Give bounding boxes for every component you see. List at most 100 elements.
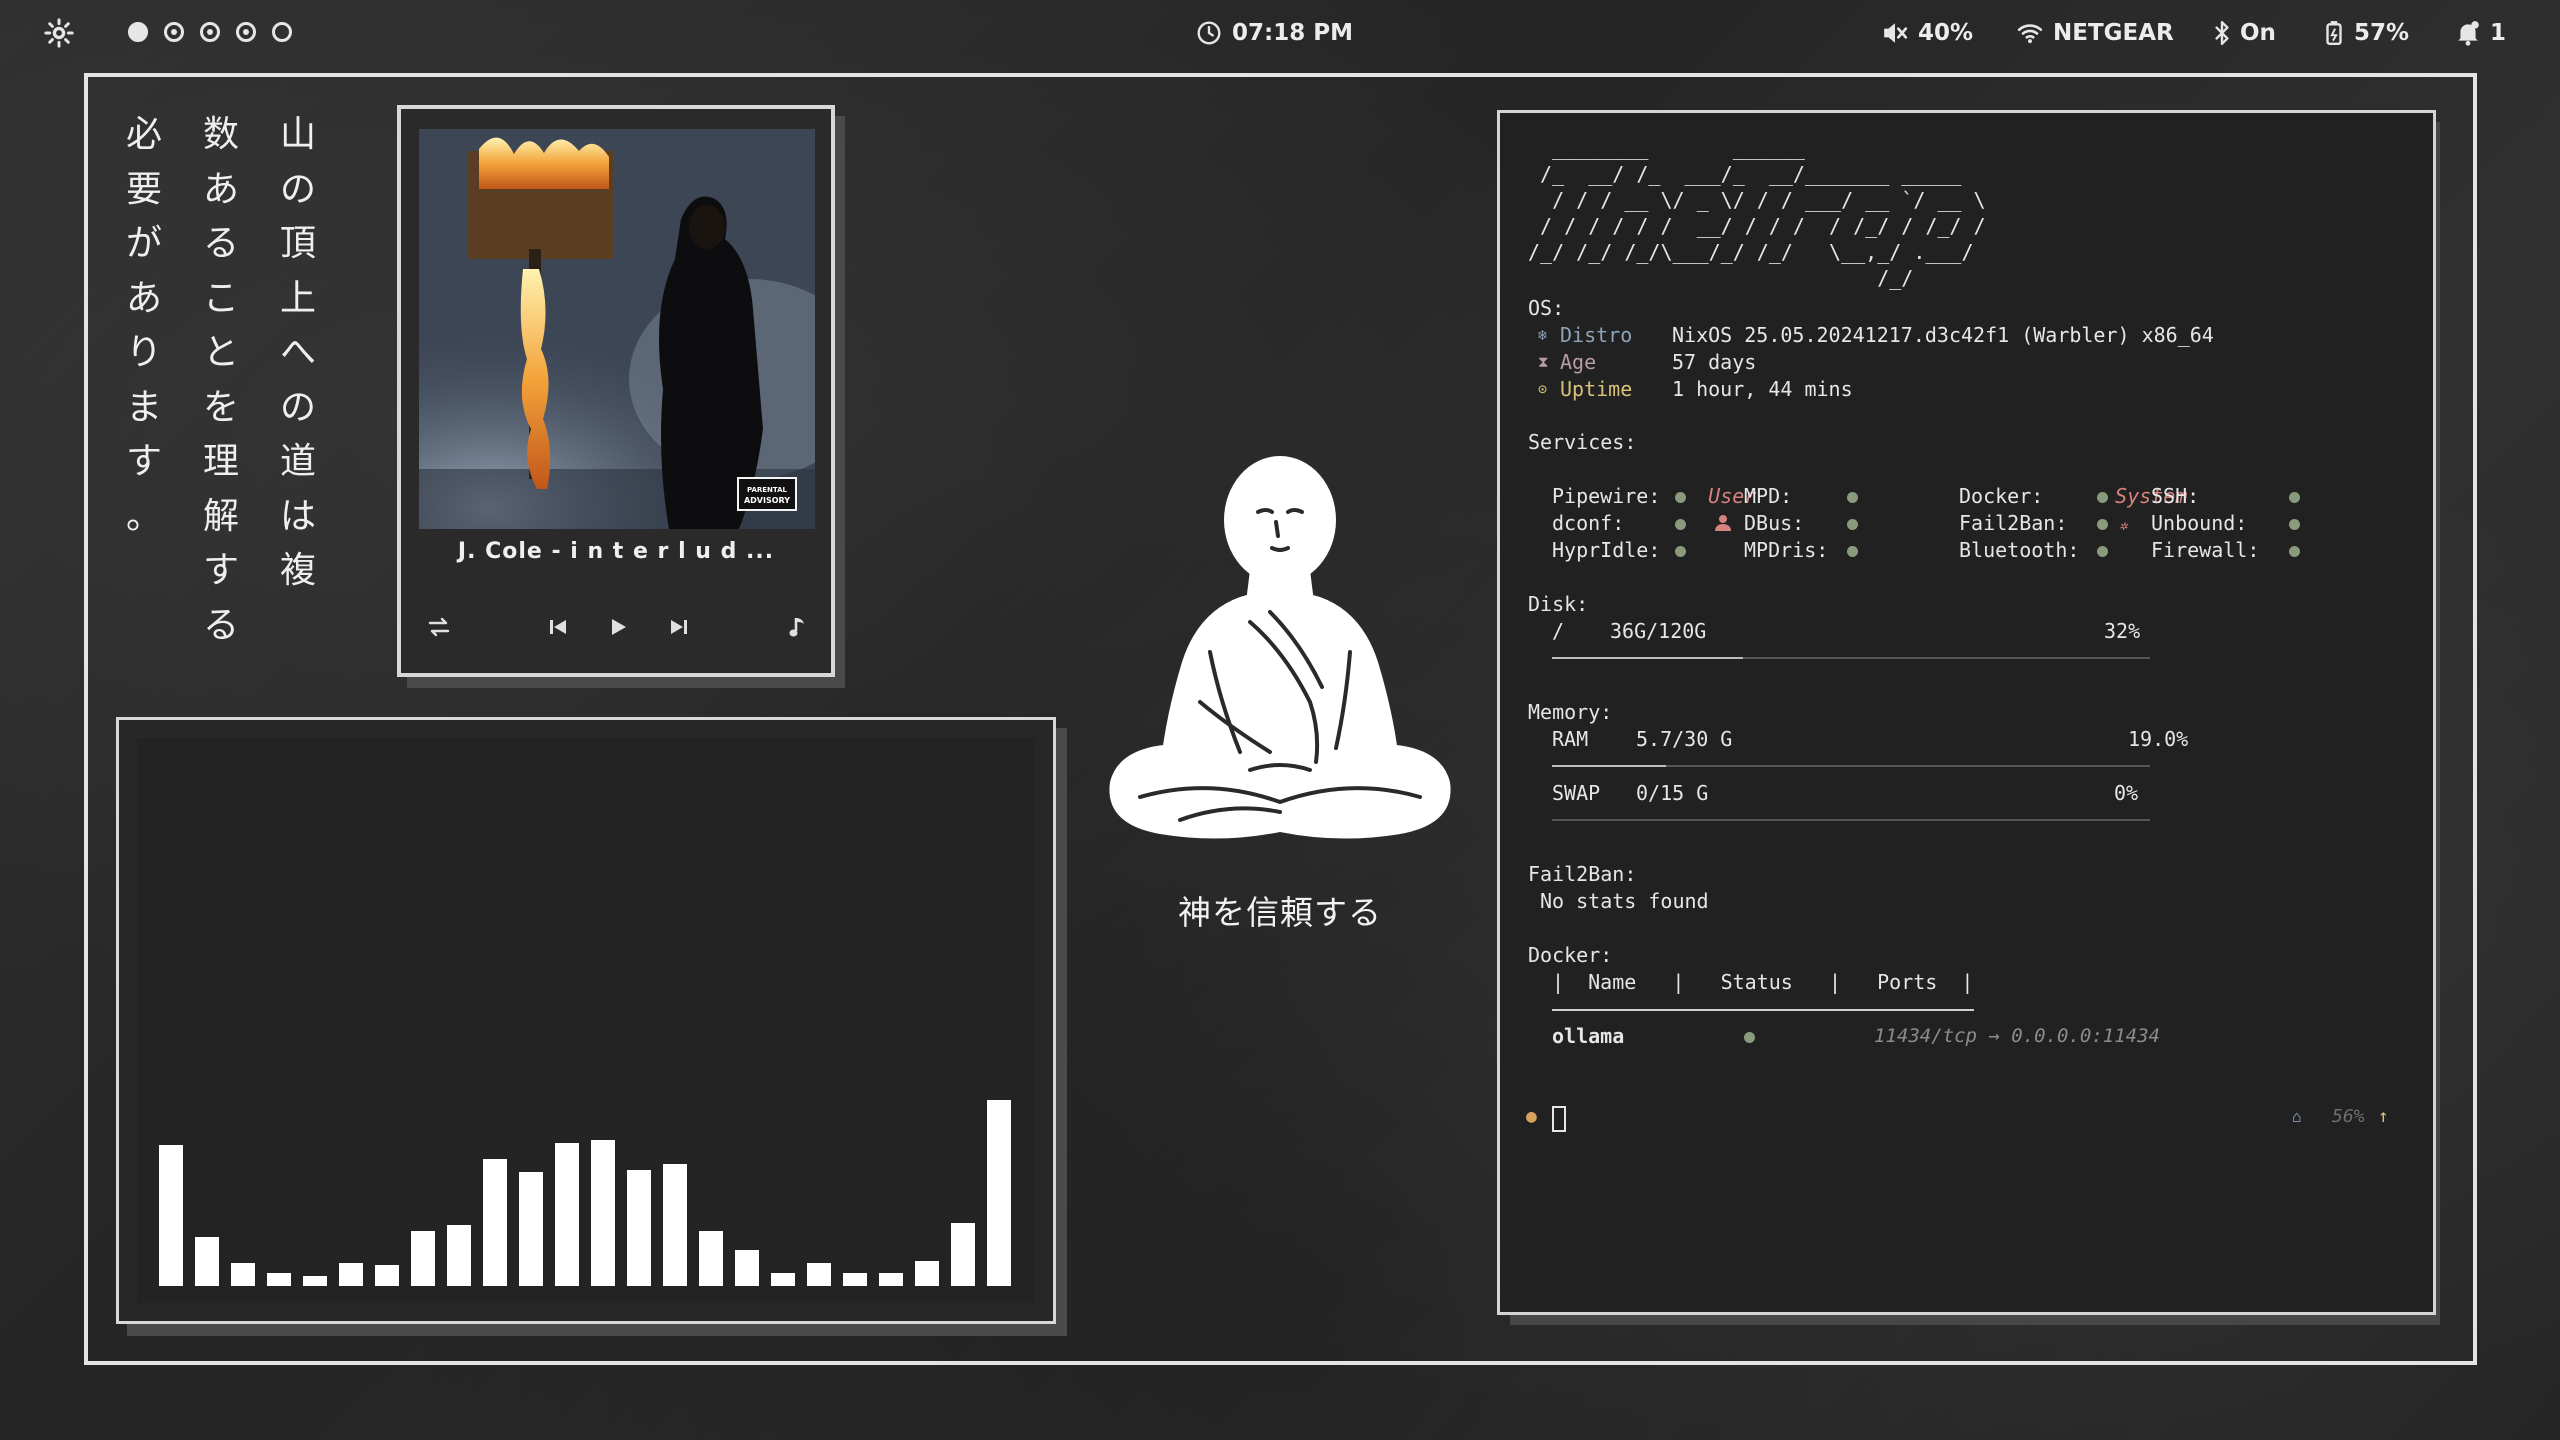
top-bar: 07:18 PM 40% NETGEAR On 57% 1 [0, 0, 2560, 66]
album-cover: PARENTAL ADVISORY [419, 129, 815, 529]
visualizer-bar [663, 1164, 687, 1286]
bluetooth-status: On [2240, 20, 2276, 46]
audio-visualizer [116, 717, 1056, 1324]
vertical-char: こ [202, 277, 239, 319]
services-header: Services: [1528, 430, 1637, 454]
clock[interactable]: 07:18 PM [1196, 14, 1353, 52]
vertical-char: り [125, 332, 162, 373]
os-value: 1 hour, 44 mins [1672, 377, 1853, 401]
service-status-dot [2289, 483, 2300, 510]
docker-header-rule [1552, 1009, 1974, 1011]
battery-level: 57% [2354, 20, 2410, 46]
visualizer-canvas [137, 738, 1035, 1303]
os-label: Age [1560, 350, 1597, 374]
bluetooth-indicator[interactable]: On [2214, 14, 2276, 52]
visualizer-bar [807, 1263, 831, 1286]
os-label: Uptime [1560, 377, 1633, 401]
visualizer-bar [699, 1231, 723, 1286]
service-status-dot [1847, 483, 1858, 510]
ram-percent: 19.0% [2128, 727, 2189, 751]
terminal-cursor[interactable] [1552, 1106, 1566, 1132]
service-name: SSH: [2151, 484, 2200, 508]
vertical-char: あ [202, 168, 239, 210]
workspace-3[interactable] [200, 22, 220, 42]
docker-table-header: | Name | Status | Ports | [1552, 970, 1974, 994]
workspace-2[interactable] [164, 22, 184, 42]
terminal-window[interactable]: ________ ______ /_ __/ /_ ___/_ __/_____… [1497, 110, 2436, 1315]
service-name: MPD: [1744, 484, 1793, 508]
prompt-right-percent: 56% [2332, 1106, 2365, 1127]
vertical-char: 山 [279, 114, 316, 155]
battery-indicator[interactable]: 57% [2324, 14, 2409, 52]
meditating-monk-icon [1109, 456, 1451, 839]
service-name: dconf: [1552, 511, 1625, 535]
vertical-text-column-middle: 数あることを理解する [197, 108, 245, 653]
settings-gear-icon[interactable] [44, 14, 74, 52]
workspace-1[interactable] [128, 22, 148, 42]
svg-text:ADVISORY: ADVISORY [744, 496, 790, 505]
service-status-dot [1675, 510, 1686, 537]
vertical-char: が [125, 223, 162, 264]
battery-charging-icon [2326, 21, 2342, 46]
service-name: HyprIdle: [1552, 538, 1661, 562]
ram-label: RAM [1552, 727, 1589, 751]
visualizer-bar [375, 1265, 399, 1286]
vertical-char: を [202, 386, 239, 428]
previous-button[interactable] [540, 609, 576, 645]
visualizer-bar [627, 1170, 651, 1286]
visualizer-bar [987, 1100, 1011, 1286]
ram-usage-bar [1552, 765, 2150, 767]
os-value: NixOS 25.05.20241217.d3c42f1 (Warbler) x… [1672, 323, 2214, 347]
visualizer-bar [195, 1237, 219, 1286]
next-button[interactable] [661, 609, 697, 645]
disk-mount: / [1552, 619, 1565, 643]
swap-usage: 0/15 G [1636, 781, 1709, 805]
visualizer-bar [555, 1143, 579, 1286]
service-name: MPDris: [1744, 538, 1829, 562]
volume-level: 40% [1918, 20, 1974, 46]
vertical-char: 複 [279, 550, 316, 591]
notifications-indicator[interactable]: 1 [2456, 14, 2506, 52]
shuffle-button[interactable] [421, 609, 457, 645]
visualizer-bar [519, 1172, 543, 1286]
gear-icon: ✲ [2119, 518, 2128, 534]
docker-status-dot [1744, 1023, 1755, 1050]
music-note-icon [789, 618, 804, 637]
volume-indicator[interactable]: 40% [1882, 14, 1973, 52]
ascii-line: /_ __/ /_ ___/_ __/_______ _____ [1528, 162, 1962, 186]
fail2ban-status: No stats found [1540, 889, 1709, 913]
vertical-char: へ [279, 332, 316, 373]
next-icon [671, 620, 687, 634]
ram-usage: 5.7/30 G [1636, 727, 1733, 751]
service-status-dot [1847, 537, 1858, 564]
vertical-char: は [279, 495, 316, 537]
wifi-indicator[interactable]: NETGEAR [2017, 14, 2174, 52]
music-note-button[interactable] [780, 609, 816, 645]
visualizer-bar [591, 1140, 615, 1286]
vertical-text-column-right: 山の頂上への道は複 [274, 108, 322, 599]
visualizer-bar [411, 1231, 435, 1286]
visualizer-bar [915, 1261, 939, 1286]
service-status-dot [1675, 483, 1686, 510]
monk-caption: 神を信頼する [1178, 893, 1382, 932]
home-icon: ⌂ [2292, 1107, 2302, 1126]
play-button[interactable] [601, 609, 637, 645]
vertical-char: 解 [202, 495, 239, 537]
docker-ports: 11434/tcp → 0.0.0.0:11434 [1874, 1025, 2160, 1047]
service-status-dot [2097, 537, 2108, 564]
workspace-4[interactable] [236, 22, 256, 42]
service-name: Bluetooth: [1959, 538, 2080, 562]
vertical-char: あ [125, 277, 162, 319]
clock-icon [1197, 21, 1221, 45]
previous-icon [550, 620, 566, 634]
workspace-5[interactable] [272, 22, 292, 42]
visualizer-bar [843, 1273, 867, 1286]
service-name: Pipewire: [1552, 484, 1661, 508]
vertical-text-column-left: 必要があります。 [120, 108, 168, 544]
visualizer-bar [303, 1276, 327, 1286]
service-status-dot [1675, 537, 1686, 564]
track-title: J. Cole - i n t e r l u d ... [457, 539, 775, 564]
vertical-char: 。 [125, 495, 162, 537]
music-player: PARENTAL ADVISORY J. Cole - i n t e r l … [397, 105, 835, 677]
prompt-dot: ● [1526, 1106, 1537, 1127]
